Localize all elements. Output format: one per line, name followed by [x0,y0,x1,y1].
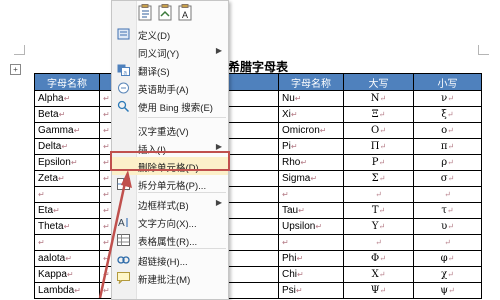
arrow-shaft [98,177,128,298]
arrow-head [121,170,132,188]
annotation-arrow [98,170,132,298]
